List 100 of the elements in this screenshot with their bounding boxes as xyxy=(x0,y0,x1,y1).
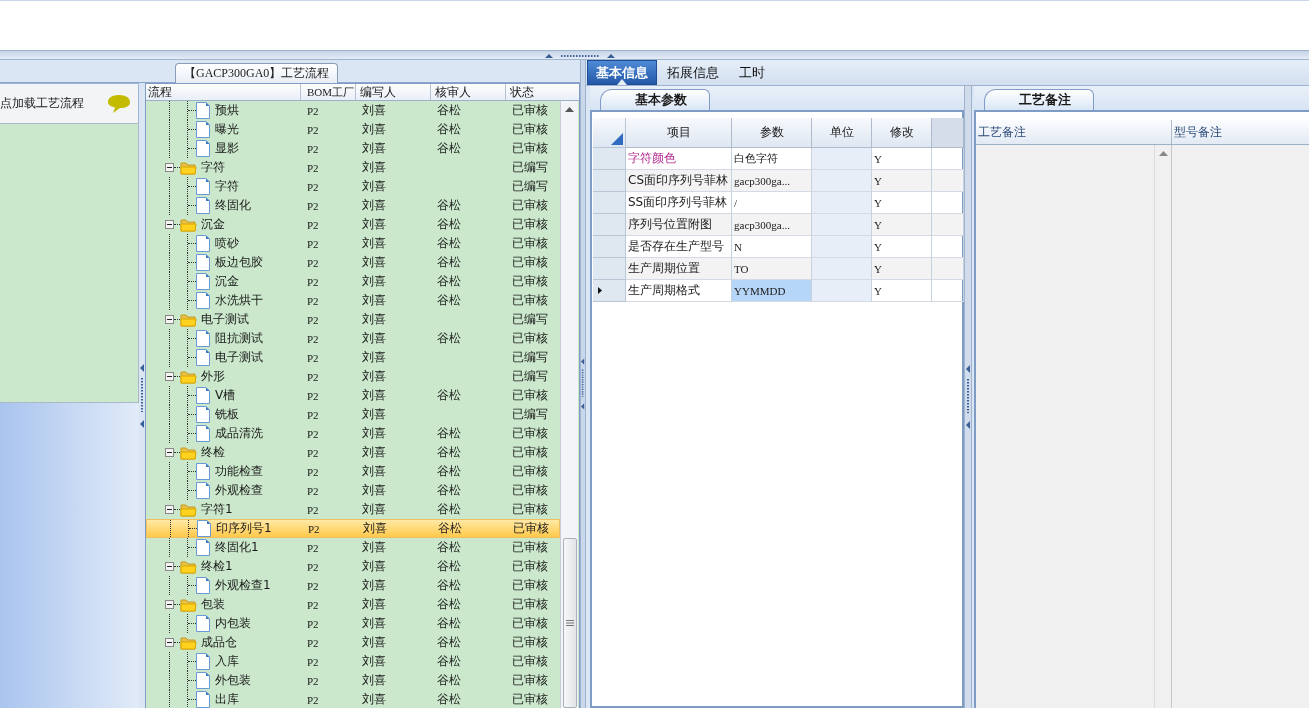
tree-item-label[interactable]: 预烘 xyxy=(215,102,239,119)
tree-item-label[interactable]: 显影 xyxy=(215,140,239,157)
panel-tab[interactable]: 工艺备注 xyxy=(984,89,1094,110)
tab[interactable]: 拓展信息 xyxy=(657,60,729,85)
tree-row[interactable]: 外形 P2 刘喜 已编写 xyxy=(146,367,560,386)
collapse-toggle-icon[interactable] xyxy=(165,600,174,609)
tab[interactable]: 工时 xyxy=(729,60,775,85)
tree-item-label[interactable]: 终检 xyxy=(201,444,225,461)
tree-row[interactable]: 成品仓 P2 刘喜 谷松 已审核 xyxy=(146,633,560,652)
tree-row[interactable]: 终固化 P2 刘喜 谷松 已审核 xyxy=(146,196,560,215)
splitter-grip-icon[interactable] xyxy=(139,363,145,428)
collapse-toggle-icon[interactable] xyxy=(165,638,174,647)
tree-item-label[interactable]: 铣板 xyxy=(215,406,239,423)
scrollbar[interactable] xyxy=(560,101,578,708)
scroll-thumb[interactable] xyxy=(562,538,577,708)
tree-item-label[interactable]: 内包装 xyxy=(215,615,251,632)
scrollbar[interactable] xyxy=(1154,145,1171,708)
tree-item-label[interactable]: 曝光 xyxy=(215,121,239,138)
tree-item-label[interactable]: 喷砂 xyxy=(215,235,239,252)
tree-item-label[interactable]: 电子测试 xyxy=(215,349,263,366)
collapse-toggle-icon[interactable] xyxy=(165,448,174,457)
tree-item-label[interactable]: 外观检查1 xyxy=(215,577,271,594)
tree-row[interactable]: 字符 P2 刘喜 已编写 xyxy=(146,177,560,196)
tree-row[interactable]: 成品清洗 P2 刘喜 谷松 已审核 xyxy=(146,424,560,443)
tree-item-label[interactable]: 印序列号1 xyxy=(216,520,272,537)
column-header[interactable]: 项目 xyxy=(626,118,732,148)
tree-item-label[interactable]: 功能检查 xyxy=(215,463,263,480)
tree-item-label[interactable]: 入库 xyxy=(215,653,239,670)
tree-row[interactable]: 外包装 P2 刘喜 谷松 已审核 xyxy=(146,671,560,690)
tree-row[interactable]: 阻抗测试 P2 刘喜 谷松 已审核 xyxy=(146,329,560,348)
tree-row[interactable]: 外观检查 P2 刘喜 谷松 已审核 xyxy=(146,481,560,500)
tree-item-label[interactable]: 沉金 xyxy=(201,216,225,233)
tree-item-label[interactable]: 外形 xyxy=(201,368,225,385)
tree-item-label[interactable]: 成品仓 xyxy=(201,634,237,651)
tree-item-label[interactable]: 出库 xyxy=(215,691,239,708)
tree-row[interactable]: 印序列号1 P2 刘喜 谷松 已审核 xyxy=(146,519,560,538)
tree-row[interactable]: 沉金 P2 刘喜 谷松 已审核 xyxy=(146,215,560,234)
table-cell[interactable]: gacp300ga... xyxy=(732,214,812,236)
column-header[interactable]: 流程 xyxy=(146,84,301,100)
tree-row[interactable]: 铣板 P2 刘喜 已编写 xyxy=(146,405,560,424)
scroll-up-icon[interactable] xyxy=(1158,151,1168,156)
tree-item-label[interactable]: 水洗烘干 xyxy=(215,292,263,309)
tree-row[interactable]: V槽 P2 刘喜 谷松 已审核 xyxy=(146,386,560,405)
tree-item-label[interactable]: 终固化 xyxy=(215,197,251,214)
tree-item-label[interactable]: V槽 xyxy=(215,387,236,404)
row-header[interactable] xyxy=(593,280,626,302)
tree-row[interactable]: 功能检查 P2 刘喜 谷松 已审核 xyxy=(146,462,560,481)
tree-row[interactable]: 电子测试 P2 刘喜 已编写 xyxy=(146,310,560,329)
tree-item-label[interactable]: 字符1 xyxy=(201,501,233,518)
tree-row[interactable]: 喷砂 P2 刘喜 谷松 已审核 xyxy=(146,234,560,253)
column-header[interactable]: 工艺备注 xyxy=(976,120,1172,144)
tree-row[interactable]: 沉金 P2 刘喜 谷松 已审核 xyxy=(146,272,560,291)
panel-tab[interactable]: 基本参数 xyxy=(600,89,710,110)
collapse-toggle-icon[interactable] xyxy=(165,220,174,229)
panel-title-tab[interactable]: 【GACP300GA0】工艺流程 xyxy=(175,63,339,83)
tree-row[interactable]: 入库 P2 刘喜 谷松 已审核 xyxy=(146,652,560,671)
tree-item-label[interactable]: 字符 xyxy=(215,178,239,195)
tree-item-label[interactable]: 阻抗测试 xyxy=(215,330,263,347)
tree-item-label[interactable]: 板边包胶 xyxy=(215,254,263,271)
collapse-toggle-icon[interactable] xyxy=(165,163,174,172)
column-header[interactable]: BOM工厂 xyxy=(301,84,356,100)
tree-row[interactable]: 内包装 P2 刘喜 谷松 已审核 xyxy=(146,614,560,633)
tree-row[interactable]: 字符 P2 刘喜 已编写 xyxy=(146,158,560,177)
column-header[interactable]: 型号备注 xyxy=(1172,120,1309,144)
column-header[interactable]: 核审人 xyxy=(431,84,506,100)
table-cell[interactable]: TO xyxy=(732,258,812,280)
tree-item-label[interactable]: 外包装 xyxy=(215,672,251,689)
tree-item-label[interactable]: 字符 xyxy=(201,159,225,176)
tree-row[interactable]: 电子测试 P2 刘喜 已编写 xyxy=(146,348,560,367)
tab[interactable]: 基本信息 xyxy=(587,60,657,85)
column-header[interactable]: 编写人 xyxy=(356,84,431,100)
column-header[interactable]: 状态 xyxy=(506,84,578,100)
column-header[interactable]: 参数 xyxy=(732,118,812,148)
tree-row[interactable]: 显影 P2 刘喜 谷松 已审核 xyxy=(146,139,560,158)
splitter-grip-icon[interactable] xyxy=(544,51,615,59)
collapse-toggle-icon[interactable] xyxy=(165,372,174,381)
tree-item-label[interactable]: 包装 xyxy=(201,596,225,613)
tree-item-label[interactable]: 沉金 xyxy=(215,273,239,290)
tree-item-label[interactable]: 成品清洗 xyxy=(215,425,263,442)
tree-item-label[interactable]: 电子测试 xyxy=(201,311,249,328)
tree-row[interactable]: 字符1 P2 刘喜 谷松 已审核 xyxy=(146,500,560,519)
scroll-up-icon[interactable] xyxy=(565,107,574,112)
tree-row[interactable]: 水洗烘干 P2 刘喜 谷松 已审核 xyxy=(146,291,560,310)
collapse-toggle-icon[interactable] xyxy=(165,562,174,571)
collapse-toggle-icon[interactable] xyxy=(165,505,174,514)
collapse-toggle-icon[interactable] xyxy=(165,315,174,324)
tree-row[interactable]: 预烘 P2 刘喜 谷松 已审核 xyxy=(146,101,560,120)
tree-row[interactable]: 终固化1 P2 刘喜 谷松 已审核 xyxy=(146,538,560,557)
tree-item-label[interactable]: 终检1 xyxy=(201,558,233,575)
tree-item-label[interactable]: 外观检查 xyxy=(215,482,263,499)
table-cell[interactable]: YYMMDD xyxy=(732,280,812,302)
tree-row[interactable]: 终检 P2 刘喜 谷松 已审核 xyxy=(146,443,560,462)
tree-row[interactable]: 包装 P2 刘喜 谷松 已审核 xyxy=(146,595,560,614)
splitter-grip-icon[interactable] xyxy=(965,365,971,429)
tree-row[interactable]: 曝光 P2 刘喜 谷松 已审核 xyxy=(146,120,560,139)
tree-row[interactable]: 终检1 P2 刘喜 谷松 已审核 xyxy=(146,557,560,576)
tree-row[interactable]: 出库 P2 刘喜 谷松 已审核 xyxy=(146,690,560,708)
tree-row[interactable]: 外观检查1 P2 刘喜 谷松 已审核 xyxy=(146,576,560,595)
tree-item-label[interactable]: 终固化1 xyxy=(215,539,259,556)
tree-row[interactable]: 板边包胶 P2 刘喜 谷松 已审核 xyxy=(146,253,560,272)
